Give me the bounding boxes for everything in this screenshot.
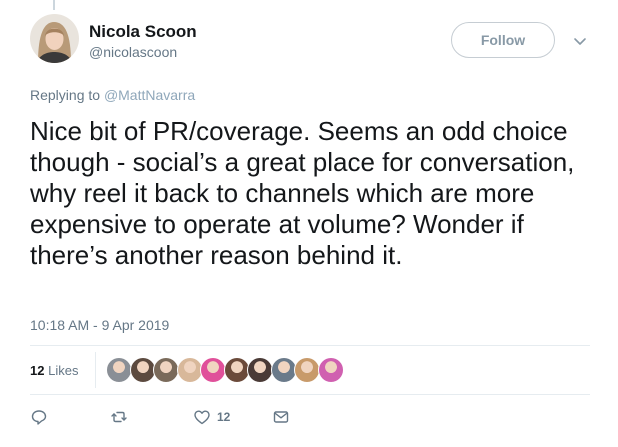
like-button[interactable]: 12 — [193, 408, 230, 426]
liker-avatar-8[interactable] — [270, 357, 297, 383]
avatar-image — [30, 14, 79, 63]
stats-bottom-divider — [30, 394, 590, 395]
liker-avatar-3[interactable] — [153, 357, 179, 383]
liker-avatar-1[interactable] — [106, 357, 132, 383]
thread-connector-line — [53, 0, 55, 10]
liker-avatar-6[interactable] — [223, 357, 250, 383]
tweet-text: Nice bit of PR/coverage. Seems an odd ch… — [30, 116, 575, 270]
stats-top-divider — [30, 345, 590, 346]
direct-message-button[interactable] — [272, 408, 290, 426]
retweet-button[interactable] — [110, 408, 128, 426]
tweet-timestamp[interactable]: 10:18 AM - 9 Apr 2019 — [30, 317, 169, 333]
heart-icon — [194, 410, 210, 425]
liker-avatar-4[interactable] — [176, 357, 203, 383]
retweet-icon — [111, 411, 127, 423]
reply-icon — [31, 410, 47, 425]
likes-count: 12 — [30, 363, 45, 378]
replying-to: Replying to @MattNavarra — [30, 87, 195, 103]
author-avatar[interactable] — [30, 14, 79, 63]
replying-prefix: Replying to — [30, 87, 101, 103]
reply-button[interactable] — [30, 408, 48, 426]
chevron-down-icon[interactable] — [572, 33, 588, 49]
liker-avatar-5[interactable] — [200, 357, 226, 383]
likes-stat[interactable]: 12 Likes — [30, 363, 78, 378]
likes-separator — [95, 352, 96, 388]
replying-mention-link[interactable]: @MattNavarra — [104, 87, 195, 103]
like-count: 12 — [217, 410, 231, 424]
author-name[interactable]: Nicola Scoon — [89, 22, 197, 42]
likes-label: Likes — [48, 363, 79, 378]
author-handle[interactable]: @nicolascoon — [89, 44, 177, 60]
liker-avatar-2[interactable] — [129, 357, 156, 383]
liker-avatar-7[interactable] — [247, 357, 273, 383]
liker-avatar-9[interactable] — [294, 357, 320, 383]
liker-avatar-10[interactable] — [317, 357, 344, 383]
envelope-icon — [273, 411, 289, 423]
follow-button[interactable]: Follow — [451, 22, 555, 58]
